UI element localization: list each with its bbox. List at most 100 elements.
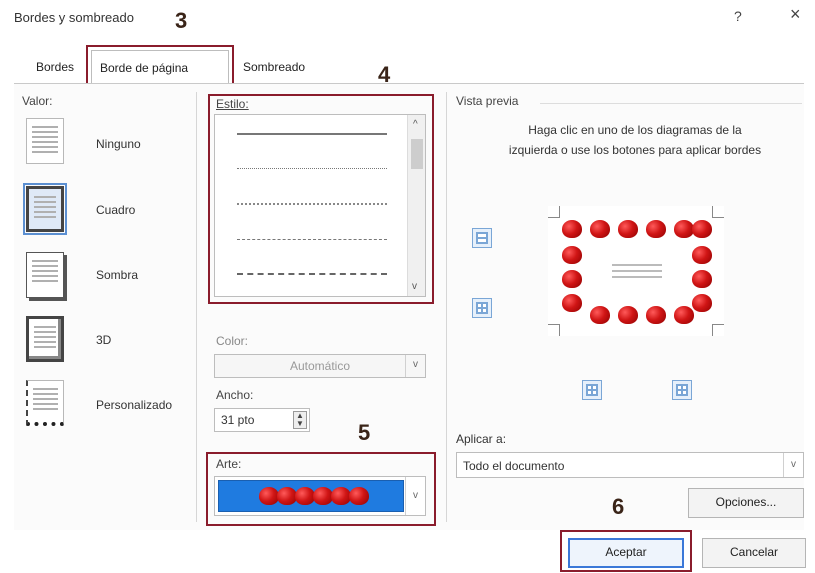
- chevron-down-icon[interactable]: v: [405, 477, 425, 515]
- crop-mark: [712, 324, 724, 336]
- arte-label: Arte:: [216, 457, 242, 471]
- cancelar-button[interactable]: Cancelar: [702, 538, 806, 568]
- right-border-button[interactable]: [672, 380, 692, 400]
- preview-page[interactable]: [548, 206, 724, 336]
- estilo-heading: Estilo:: [216, 97, 249, 111]
- apple-icon: [692, 294, 712, 312]
- setting-label-cuadro: Cuadro: [96, 203, 136, 217]
- apple-icon: [590, 220, 610, 238]
- color-label: Color:: [216, 334, 249, 348]
- apple-icon: [692, 270, 712, 288]
- apple-icon: [674, 220, 694, 238]
- tab-borde-de-pagina[interactable]: Borde de página: [91, 50, 229, 84]
- setting-ninguno[interactable]: [26, 118, 64, 164]
- preview-text-line: [612, 270, 662, 272]
- apple-icon: [590, 306, 610, 324]
- preview-instructions: Haga clic en uno de los diagramas de la …: [508, 123, 762, 157]
- setting-3d[interactable]: [26, 316, 64, 362]
- setting-none-icon: [26, 118, 64, 164]
- tab-bordes[interactable]: Bordes: [28, 50, 82, 84]
- crop-mark: [712, 206, 724, 218]
- callout-5: 5: [358, 420, 371, 445]
- chevron-down-icon[interactable]: v: [783, 453, 803, 477]
- arte-dropdown[interactable]: v: [214, 476, 426, 516]
- style-list[interactable]: ^ v: [214, 114, 426, 297]
- apple-icon: [562, 220, 582, 238]
- setting-label-sombra: Sombra: [96, 268, 139, 282]
- chevron-down-icon[interactable]: v: [405, 355, 425, 377]
- preview-heading: Vista previa: [456, 94, 519, 108]
- aplicar-label: Aplicar a:: [456, 432, 506, 446]
- style-list-scrollbar[interactable]: ^ v: [407, 115, 425, 296]
- apple-icon: [674, 306, 694, 324]
- preview-text-line: [612, 264, 662, 266]
- spinner-arrows-icon[interactable]: ▲ ▼: [293, 411, 307, 429]
- aplicar-label-text: Aplicar a:: [456, 432, 507, 446]
- style-dash-dot[interactable]: [237, 273, 387, 275]
- border-line: [481, 302, 483, 314]
- style-dense-dotted[interactable]: [237, 203, 387, 205]
- border-line: [591, 384, 593, 396]
- tab-label: Borde de página: [100, 61, 189, 75]
- scroll-thumb[interactable]: [411, 139, 423, 169]
- apple-icon: [646, 220, 666, 238]
- crop-mark: [548, 324, 560, 336]
- left-border-button[interactable]: [582, 380, 602, 400]
- style-solid[interactable]: [237, 133, 387, 135]
- apple-icon: [692, 246, 712, 264]
- color-dropdown[interactable]: Automático v: [214, 354, 426, 378]
- preview-rule: [540, 103, 802, 104]
- opciones-button[interactable]: Opciones...: [688, 488, 804, 518]
- divider-right: [446, 92, 447, 522]
- setting-3d-icon: [26, 316, 64, 362]
- border-line: [476, 237, 488, 239]
- setting-shadow-icon: [26, 252, 64, 298]
- apple-icon: [277, 487, 297, 505]
- apple-icon: [331, 487, 351, 505]
- close-button[interactable]: ×: [790, 4, 801, 25]
- apple-icon: [259, 487, 279, 505]
- style-dotted[interactable]: [237, 168, 387, 169]
- bottom-border-button[interactable]: [472, 298, 492, 318]
- setting-custom-icon: [26, 380, 64, 426]
- apple-icon: [349, 487, 369, 505]
- ancho-value: 31 pto: [221, 413, 255, 427]
- setting-label-3d: 3D: [96, 333, 112, 347]
- apple-icon: [562, 294, 582, 312]
- style-dashed[interactable]: [237, 239, 387, 240]
- crop-mark: [548, 206, 560, 218]
- callout-6: 6: [612, 494, 625, 519]
- aceptar-button[interactable]: Aceptar: [568, 538, 684, 568]
- setting-label-personalizado: Personalizado: [96, 398, 173, 412]
- setting-cuadro[interactable]: [23, 183, 67, 235]
- preview-text-line: [612, 276, 662, 278]
- ancho-spinner[interactable]: 31 pto ▲ ▼: [214, 408, 310, 432]
- tab-label: Sombreado: [243, 60, 306, 74]
- scroll-up-icon[interactable]: ^: [413, 119, 418, 130]
- callout-3: 3: [175, 8, 188, 33]
- dialog-title: Bordes y sombreado: [14, 10, 134, 25]
- apple-icon: [646, 306, 666, 324]
- border-line: [681, 384, 683, 396]
- top-border-button[interactable]: [472, 228, 492, 248]
- ancho-label: Ancho:: [216, 388, 254, 402]
- tab-label: Bordes: [36, 60, 75, 74]
- apple-icon: [295, 487, 315, 505]
- setting-label-ninguno: Ninguno: [96, 137, 141, 151]
- estilo-label: Estilo:: [216, 97, 249, 111]
- apple-icon: [618, 306, 638, 324]
- tab-sombreado[interactable]: Sombreado: [235, 50, 313, 84]
- aplicar-value: Todo el documento: [463, 459, 565, 473]
- color-value: Automático: [289, 359, 351, 373]
- help-button[interactable]: ?: [734, 8, 742, 24]
- apple-icon: [313, 487, 333, 505]
- setting-sombra[interactable]: [26, 252, 64, 298]
- apple-icon: [562, 246, 582, 264]
- divider-left: [196, 92, 197, 522]
- aplicar-dropdown[interactable]: Todo el documento v: [456, 452, 804, 478]
- art-swatch: [218, 480, 404, 512]
- setting-box-icon: [23, 183, 67, 235]
- scroll-down-icon[interactable]: v: [412, 281, 417, 292]
- setting-personalizado[interactable]: [26, 380, 64, 426]
- valor-heading: Valor:: [22, 94, 53, 108]
